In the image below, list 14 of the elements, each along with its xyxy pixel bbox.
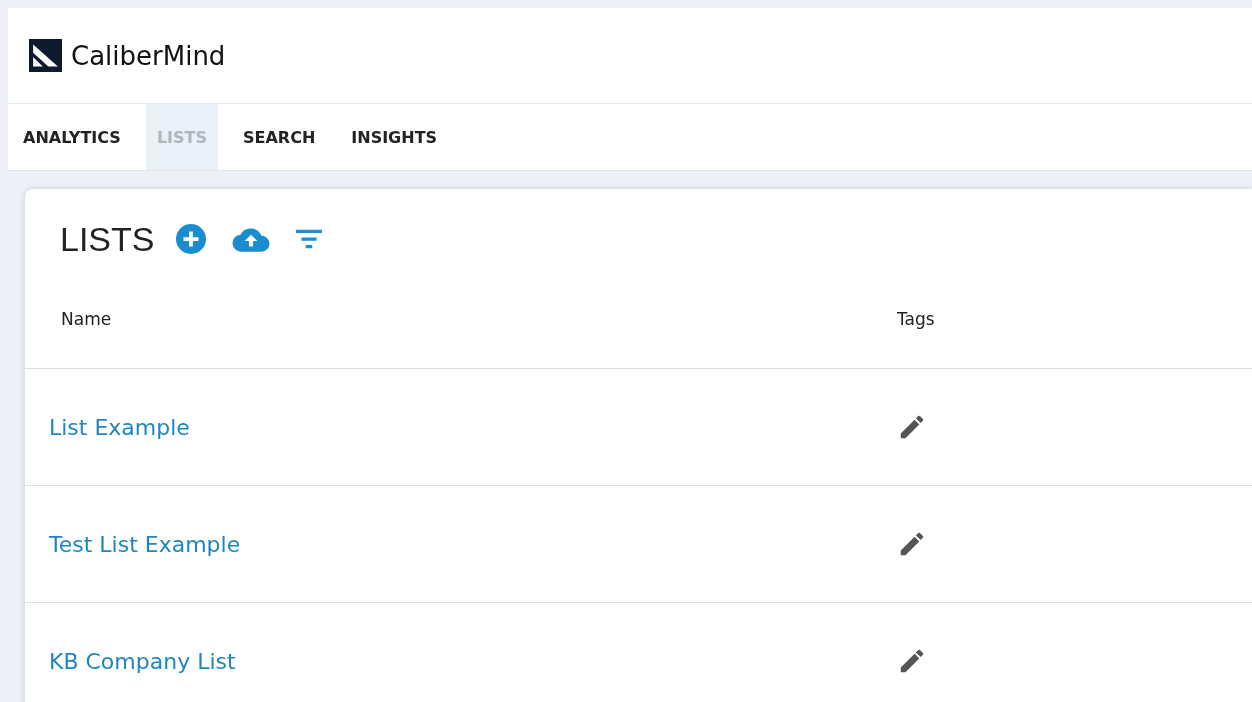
nav-tab[interactable]: SEARCH [232, 104, 327, 170]
app-name: CaliberMind [71, 40, 226, 71]
filter-icon[interactable] [296, 228, 323, 250]
list-name-link[interactable]: Test List Example [25, 531, 861, 557]
logo-icon [29, 39, 62, 72]
list-name-link[interactable]: List Example [25, 414, 861, 440]
nav-tab[interactable]: ANALYTICS [12, 104, 132, 170]
add-icon[interactable] [176, 224, 207, 254]
panel-title: LISTS [60, 219, 155, 259]
nav-tab[interactable]: INSIGHTS [340, 104, 449, 170]
list-name-link[interactable]: KB Company List [25, 648, 861, 674]
column-header: Tags [896, 308, 935, 329]
column-header: Name [60, 308, 113, 329]
cloud-upload-icon[interactable] [232, 226, 271, 252]
